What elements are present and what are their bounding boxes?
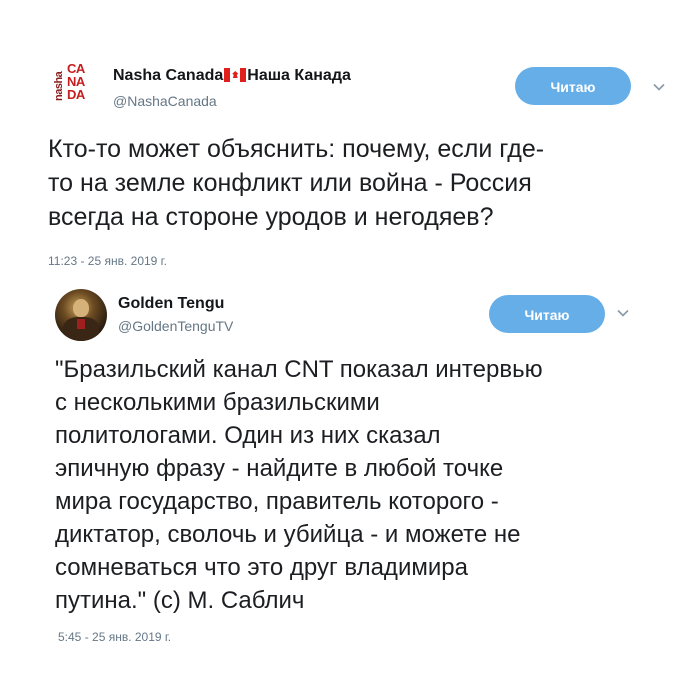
- tweet-timestamp[interactable]: 11:23 - 25 янв. 2019 г.: [48, 254, 167, 268]
- tweet-nasha-canada: nasha CA NA DA Nasha Canada Наша Канада @…: [0, 0, 699, 290]
- display-name[interactable]: Golden Tengu: [118, 295, 224, 313]
- tweet-text: Кто-то может объяснить: почему, если где…: [48, 135, 545, 231]
- following-button[interactable]: Читаю: [489, 295, 605, 333]
- user-handle[interactable]: @NashaCanada: [113, 93, 217, 109]
- tweet-text: "Бразильский канал CNT показал интервью …: [55, 356, 543, 614]
- following-button[interactable]: Читаю: [515, 67, 631, 105]
- avatar-nasha-canada[interactable]: nasha CA NA DA: [52, 62, 96, 106]
- canada-flag-icon: [224, 68, 247, 82]
- avatar-logo-text: CA NA DA: [67, 61, 85, 102]
- chevron-down-icon[interactable]: [652, 80, 666, 94]
- avatar-side-text: nasha: [53, 71, 65, 101]
- user-handle[interactable]: @GoldenTenguTV: [118, 318, 233, 334]
- display-name[interactable]: Nasha Canada Наша Канада: [113, 67, 351, 85]
- tweet-timestamp[interactable]: 5:45 - 25 янв. 2019 г.: [58, 630, 171, 644]
- chevron-down-icon[interactable]: [616, 306, 630, 320]
- avatar-golden-tengu[interactable]: [55, 289, 107, 341]
